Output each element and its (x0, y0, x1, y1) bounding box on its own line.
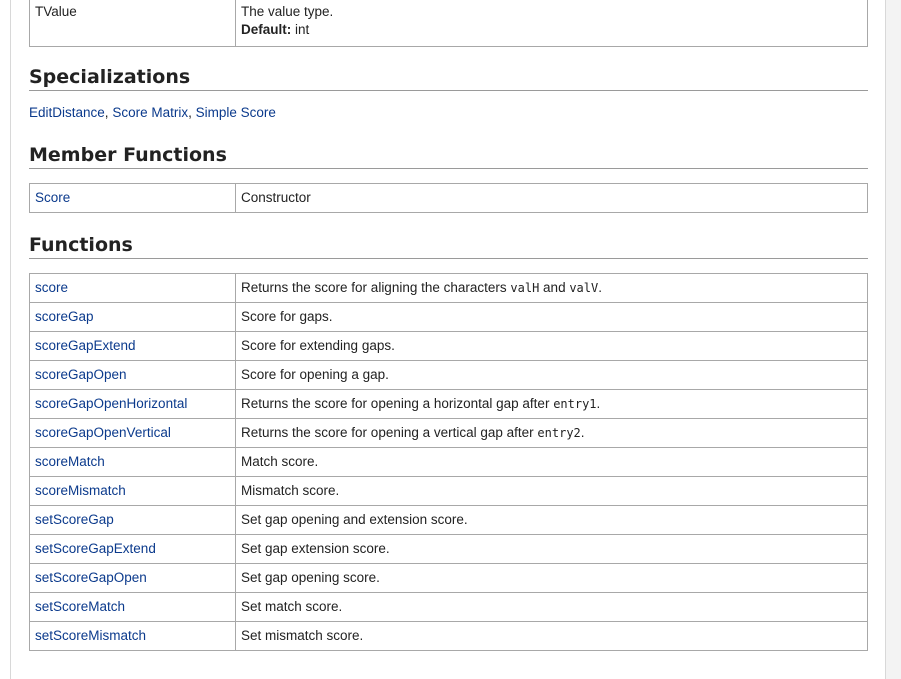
table-row: setScoreMismatch Set mismatch score. (29, 621, 868, 651)
param-desc-cell: The value type. Default: int (235, 0, 868, 47)
member-functions-table: Score Constructor (29, 183, 868, 213)
function-name-cell: scoreMismatch (29, 476, 236, 506)
separator: , (188, 105, 192, 120)
function-link-setscoremismatch[interactable]: setScoreMismatch (35, 628, 146, 643)
desc-text: Returns the score for opening a vertical… (241, 425, 538, 440)
table-row: Score Constructor (29, 183, 868, 213)
spec-link-simple-score[interactable]: Simple Score (196, 105, 276, 120)
function-name-cell: setScoreGapExtend (29, 534, 236, 564)
member-name-cell: Score (29, 183, 236, 213)
table-row: scoreGap Score for gaps. (29, 302, 868, 332)
function-link-scoregapopenhorizontal[interactable]: scoreGapOpenHorizontal (35, 396, 187, 411)
member-desc: Constructor (235, 183, 868, 213)
function-desc: Score for gaps. (235, 302, 868, 332)
member-functions-section: Member Functions Score Constructor (29, 144, 868, 213)
param-name: TValue (29, 0, 236, 47)
function-desc: Set match score. (235, 592, 868, 622)
specializations-heading: Specializations (29, 66, 868, 91)
table-row: TValue The value type. Default: int (29, 0, 868, 47)
function-desc: Set gap extension score. (235, 534, 868, 564)
template-params-table: TValue The value type. Default: int (29, 0, 868, 47)
desc-text: . (596, 396, 601, 411)
function-name-cell: scoreGapExtend (29, 331, 236, 361)
function-desc: Returns the score for opening a horizont… (235, 389, 868, 419)
table-row: setScoreMatch Set match score. (29, 592, 868, 622)
template-params-section: TValue The value type. Default: int (29, 0, 868, 47)
function-link-setscoregapopen[interactable]: setScoreGapOpen (35, 570, 147, 585)
function-link-setscoregapextend[interactable]: setScoreGapExtend (35, 541, 156, 556)
function-link-setscoregap[interactable]: setScoreGap (35, 512, 114, 527)
specializations-list: EditDistance, Score Matrix, Simple Score (29, 104, 868, 122)
table-row: score Returns the score for aligning the… (29, 273, 868, 303)
desc-text: and (539, 280, 570, 295)
function-name-cell: setScoreMatch (29, 592, 236, 622)
desc-text: . (580, 425, 585, 440)
function-desc: Mismatch score. (235, 476, 868, 506)
spec-link-editdistance[interactable]: EditDistance (29, 105, 105, 120)
param-default: Default: int (241, 21, 862, 39)
function-desc: Set mismatch score. (235, 621, 868, 651)
function-name-cell: setScoreGapOpen (29, 563, 236, 593)
member-functions-heading: Member Functions (29, 144, 868, 169)
functions-heading: Functions (29, 234, 868, 259)
table-row: setScoreGapOpen Set gap opening score. (29, 563, 868, 593)
function-link-scoregapextend[interactable]: scoreGapExtend (35, 338, 136, 353)
function-link-scoregapopenvertical[interactable]: scoreGapOpenVertical (35, 425, 171, 440)
page-left-border (10, 0, 11, 679)
function-desc: Match score. (235, 447, 868, 477)
code-entry2: entry2 (537, 426, 581, 440)
table-row: scoreGapExtend Score for extending gaps. (29, 331, 868, 361)
function-name-cell: scoreMatch (29, 447, 236, 477)
desc-text: Returns the score for opening a horizont… (241, 396, 554, 411)
function-link-scoregapopen[interactable]: scoreGapOpen (35, 367, 127, 382)
function-name-cell: scoreGap (29, 302, 236, 332)
param-default-label: Default: (241, 22, 292, 37)
function-desc: Score for opening a gap. (235, 360, 868, 390)
code-entry1: entry1 (553, 397, 597, 411)
function-name-cell: scoreGapOpenHorizontal (29, 389, 236, 419)
function-link-scorematch[interactable]: scoreMatch (35, 454, 105, 469)
code-valH: valH (510, 281, 540, 295)
function-name-cell: setScoreGap (29, 505, 236, 535)
function-desc: Returns the score for aligning the chara… (235, 273, 868, 303)
function-name-cell: scoreGapOpen (29, 360, 236, 390)
member-link-score[interactable]: Score (35, 190, 70, 205)
function-name-cell: scoreGapOpenVertical (29, 418, 236, 448)
table-row: scoreMatch Match score. (29, 447, 868, 477)
table-row: scoreGapOpen Score for opening a gap. (29, 360, 868, 390)
function-link-scoregap[interactable]: scoreGap (35, 309, 94, 324)
desc-text: Returns the score for aligning the chara… (241, 280, 511, 295)
page-right-gutter (886, 0, 901, 679)
function-desc: Set gap opening score. (235, 563, 868, 593)
functions-table: score Returns the score for aligning the… (29, 273, 868, 651)
table-row: scoreGapOpenHorizontal Returns the score… (29, 389, 868, 419)
function-desc: Score for extending gaps. (235, 331, 868, 361)
specializations-section: Specializations EditDistance, Score Matr… (29, 66, 868, 122)
param-default-value: int (295, 22, 310, 37)
table-row: scoreMismatch Mismatch score. (29, 476, 868, 506)
function-link-setscorematch[interactable]: setScoreMatch (35, 599, 125, 614)
function-desc: Set gap opening and extension score. (235, 505, 868, 535)
table-row: setScoreGapExtend Set gap extension scor… (29, 534, 868, 564)
table-row: scoreGapOpenVertical Returns the score f… (29, 418, 868, 448)
table-row: setScoreGap Set gap opening and extensio… (29, 505, 868, 535)
separator: , (104, 105, 109, 120)
functions-section: Functions score Returns the score for al… (29, 234, 868, 651)
function-name-cell: setScoreMismatch (29, 621, 236, 651)
function-link-score[interactable]: score (35, 280, 68, 295)
function-name-cell: score (29, 273, 236, 303)
desc-text: . (598, 280, 602, 295)
function-desc: Returns the score for opening a vertical… (235, 418, 868, 448)
spec-link-score-matrix[interactable]: Score Matrix (112, 105, 188, 120)
param-desc: The value type. (241, 4, 334, 19)
code-valV: valV (569, 281, 599, 295)
function-link-scoremismatch[interactable]: scoreMismatch (35, 483, 126, 498)
